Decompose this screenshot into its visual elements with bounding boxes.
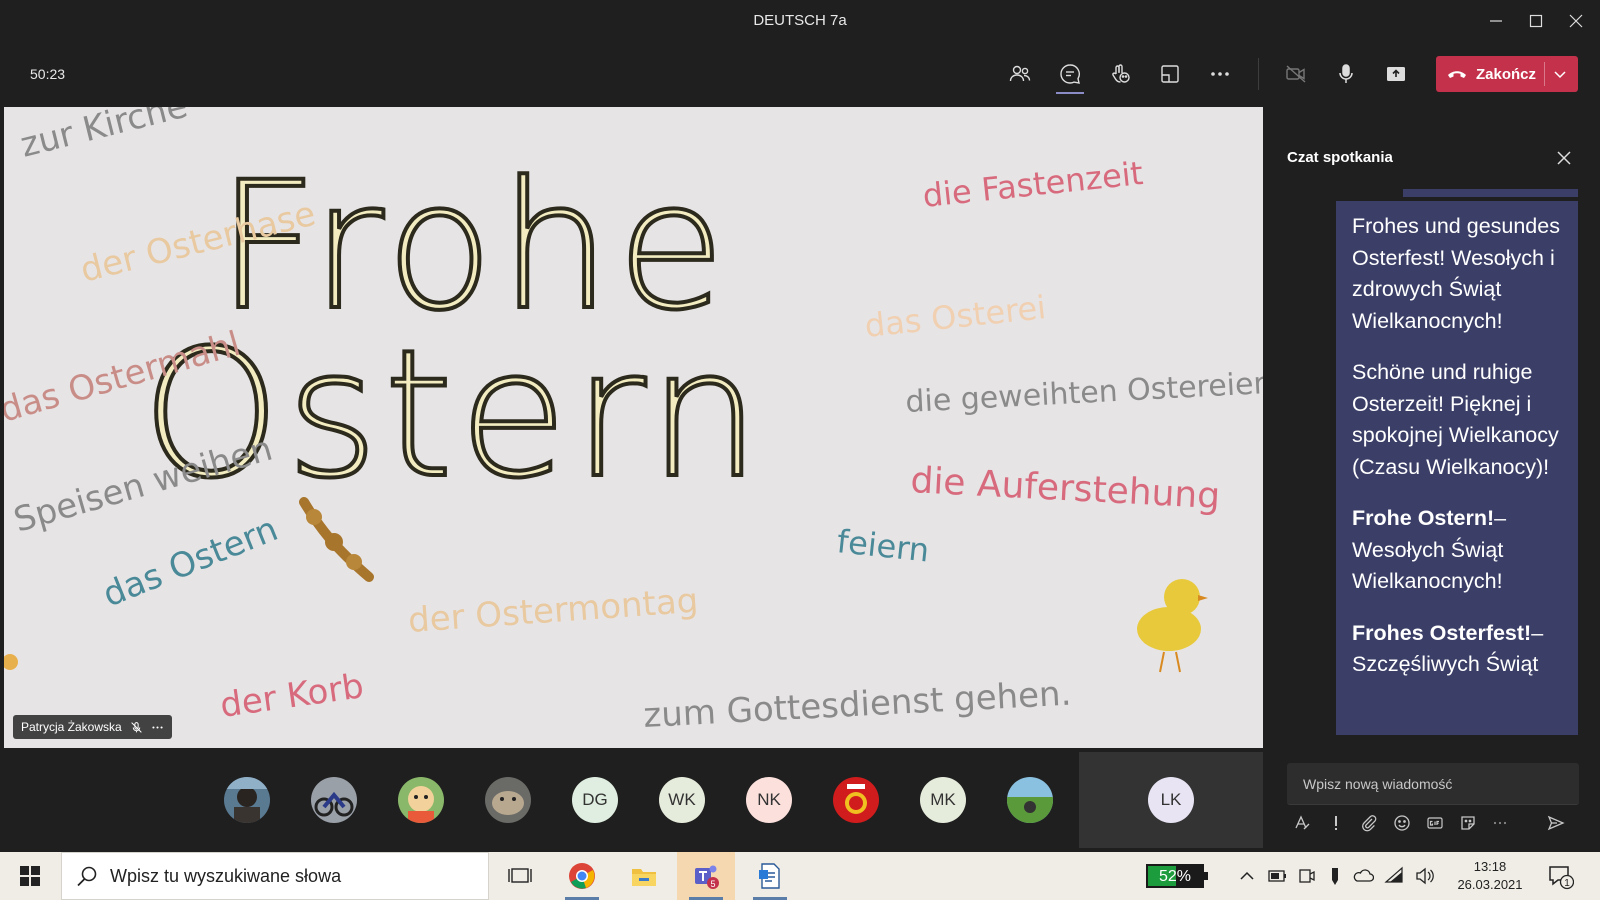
avatar-initials: MK [930,790,956,809]
attach-icon[interactable] [1356,810,1382,836]
chat-message-line: Frohe Ostern!– Wesołych Świąt Wielkanocn… [1352,503,1568,598]
participant-avatar[interactable]: MK [920,777,966,823]
format-icon[interactable] [1289,810,1315,836]
participant-tile-self[interactable]: LK [1079,752,1263,848]
chrome-app-icon[interactable] [553,852,611,900]
participant-avatar[interactable]: DG [572,777,618,823]
avatar-initials: DG [582,790,608,809]
camera-off-icon[interactable] [1276,56,1316,92]
windows-start-icon[interactable] [12,862,48,890]
search-icon [77,866,97,887]
volume-icon[interactable] [1414,866,1436,886]
title-bar: DEUTSCH 7a [0,0,1600,42]
gif-icon[interactable] [1422,810,1448,836]
teams-app-icon[interactable]: 5 [677,852,735,900]
chat-compose-box[interactable] [1287,763,1579,805]
teams-meeting-window: DEUTSCH 7a 50:23 Zakończ Frohe Ostern zu… [0,0,1600,900]
participant-more-icon[interactable] [151,721,164,734]
end-call-button[interactable]: Zakończ [1436,56,1578,92]
chat-message-bubble: Frohes und gesundes Osterfest! Wesołych … [1336,201,1578,735]
participant-avatar[interactable]: LK [1148,777,1194,823]
participant-avatar[interactable] [224,777,270,823]
avatar-initials: NK [757,790,781,809]
chat-message-line: Frohes Osterfest!– Szczęśliwych Świąt [1352,618,1568,681]
chat-icon[interactable] [1050,56,1090,94]
battery-indicator[interactable]: 52% [1146,864,1208,888]
participant-name: Patrycja Żakowska [21,720,122,734]
close-chat-icon[interactable] [1553,147,1575,169]
search-input[interactable] [110,853,480,899]
file-explorer-icon[interactable] [615,852,673,900]
notifications-icon[interactable]: 1 [1546,862,1574,890]
meeting-toolbar: 50:23 Zakończ [0,42,1600,106]
chat-message-line: Schöne und ruhige Osterzeit! Pięknej i s… [1352,360,1559,479]
onedrive-icon[interactable] [1352,866,1374,886]
close-window-icon[interactable] [1556,6,1596,36]
clock-date: 26.03.2021 [1457,877,1523,892]
microphone-icon[interactable] [1326,56,1366,92]
end-call-divider [1544,62,1545,86]
battery-percent: 52% [1158,868,1192,885]
meet-now-icon[interactable] [1296,866,1318,886]
avatar-initials: WK [668,790,696,809]
wifi-icon[interactable] [1384,866,1406,886]
participant-avatar[interactable] [311,777,357,823]
hang-up-icon [1448,71,1466,78]
chat-message-line: Frohes und gesundes Osterfest! Wesołych … [1352,214,1560,333]
avatar-initials: LK [1160,790,1182,809]
participant-avatar[interactable] [833,777,879,823]
chat-header: Czat spotkania [1287,149,1393,166]
power-icon[interactable] [1266,866,1288,886]
windows-taskbar: 5 52% 13:18 26.03.2021 1 [0,852,1600,900]
maximize-icon[interactable] [1516,6,1556,36]
toolbar-divider [1258,58,1259,90]
taskbar-search-box[interactable] [61,852,489,900]
chevron-up-icon[interactable] [1236,866,1258,886]
teams-badge-count: 5 [710,879,715,889]
participant-name-tag: Patrycja Żakowska [13,715,172,739]
rooms-icon[interactable] [1150,56,1190,92]
meeting-chat-panel: Czat spotkania Frohes und gesundes Oster… [1263,107,1600,848]
clock-time: 13:18 [1473,859,1507,874]
mic-muted-icon [130,721,142,733]
end-call-label: Zakończ [1476,66,1537,83]
pen-icon[interactable] [1324,866,1346,886]
chat-message-input[interactable] [1287,763,1579,804]
previous-message-edge [1403,189,1578,197]
video-stage: Frohe Ostern zur Kirche der Osterhase da… [4,107,1263,748]
notification-count: 1 [1564,878,1570,889]
send-icon[interactable] [1543,810,1569,836]
participant-avatar[interactable]: NK [746,777,792,823]
taskbar-clock[interactable]: 13:18 26.03.2021 [1448,858,1532,894]
participant-avatar[interactable] [398,777,444,823]
participant-avatar[interactable] [485,777,531,823]
reactions-icon[interactable] [1100,56,1140,92]
window-title: DEUTSCH 7a [753,12,847,29]
participants-icon[interactable] [1000,56,1040,92]
minimize-icon[interactable] [1476,6,1516,36]
share-screen-icon[interactable] [1376,56,1416,92]
important-icon[interactable] [1323,810,1349,836]
task-view-icon[interactable] [491,852,549,900]
participant-avatar[interactable] [1007,777,1053,823]
more-options-icon[interactable] [1200,56,1240,92]
participants-strip: DG WK NK MK [0,750,1263,848]
chat-message-bold: Frohes Osterfest! [1352,620,1532,645]
chat-message-bold: Frohe Ostern! [1352,506,1495,530]
participant-avatar[interactable]: WK [659,777,705,823]
more-compose-icon[interactable] [1487,810,1513,836]
sticker-icon[interactable] [1455,810,1481,836]
meeting-timer: 50:23 [30,66,66,82]
emoji-icon[interactable] [1389,810,1415,836]
document-app-icon[interactable] [741,852,799,900]
whiteboard-poster: Frohe Ostern zur Kirche der Osterhase da… [4,107,1263,748]
chevron-down-icon[interactable] [1552,66,1568,82]
